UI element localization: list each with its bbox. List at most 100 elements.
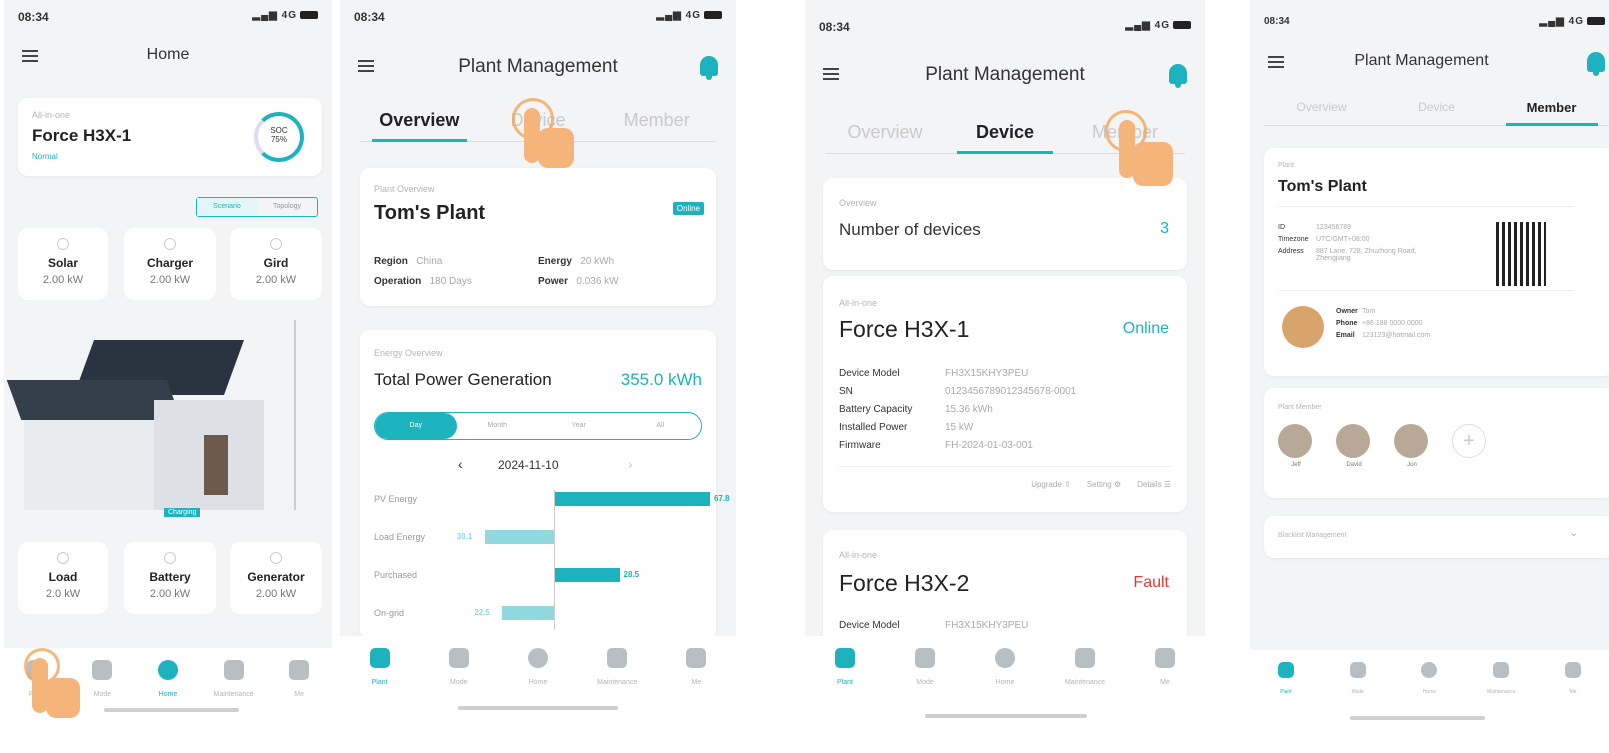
member-name: David bbox=[1346, 462, 1362, 468]
nav-me[interactable]: Me bbox=[266, 648, 332, 720]
topology-option[interactable]: Topology bbox=[257, 198, 317, 216]
tile-grid[interactable]: Gird 2.00 kW bbox=[230, 228, 322, 300]
nav-me[interactable]: Me bbox=[1537, 650, 1609, 735]
id-label: ID bbox=[1278, 224, 1285, 231]
plant-icon bbox=[1277, 662, 1294, 678]
member-item[interactable]: Jon bbox=[1394, 424, 1430, 468]
nav-label: Maintenance bbox=[1064, 679, 1106, 686]
tab-device[interactable]: Device bbox=[1379, 92, 1494, 125]
nav-plant[interactable]: Plant bbox=[805, 636, 885, 735]
page-title: Home bbox=[146, 46, 190, 63]
network-type: 4G bbox=[1568, 16, 1584, 27]
chart-bar bbox=[554, 568, 620, 582]
view-toggle[interactable]: Scenario Topology bbox=[196, 197, 318, 217]
tile-load[interactable]: Load 2.0 kW bbox=[18, 542, 108, 614]
energy-bar-chart: PV Energy 67.8 Load Energy 30.1 Purchased 28.… bbox=[360, 490, 730, 630]
model-label: Device Model bbox=[839, 368, 900, 379]
operation-value: 180 Days bbox=[429, 276, 472, 287]
notification-bell-icon[interactable] bbox=[1587, 52, 1605, 76]
device-status: Fault bbox=[1133, 574, 1169, 591]
selected-date: 2024-11-10 bbox=[498, 458, 559, 472]
member-item[interactable]: David bbox=[1336, 424, 1372, 468]
qr-code-icon[interactable] bbox=[1496, 222, 1546, 286]
tab-bar: Overview Device Member bbox=[1264, 92, 1609, 126]
setting-button[interactable]: Setting ⚙ bbox=[1087, 480, 1121, 489]
nav-mode[interactable]: Mode bbox=[885, 636, 965, 735]
device-card[interactable]: All-in-one Force H3X-1 Online Device Mod… bbox=[823, 276, 1187, 512]
me-person-icon bbox=[1155, 648, 1175, 668]
tile-value: 2.00 kW bbox=[255, 274, 297, 286]
add-member-icon[interactable]: + bbox=[1452, 424, 1486, 458]
nav-plant[interactable]: Plant bbox=[340, 636, 419, 720]
tile-battery[interactable]: Battery 2.00 kW bbox=[124, 542, 216, 614]
plant-overview-card[interactable]: Plant Overview Tom's Plant Online Region… bbox=[360, 168, 716, 306]
me-person-icon bbox=[289, 660, 310, 680]
tile-value: 2.00 kW bbox=[255, 588, 297, 600]
prev-date-icon[interactable]: ‹ bbox=[458, 456, 463, 472]
nav-maintenance[interactable]: Maintenance bbox=[1045, 636, 1125, 735]
details-button[interactable]: Details ☰ bbox=[1137, 480, 1171, 489]
status-time: 08:34 bbox=[18, 10, 49, 24]
device-count: 3 bbox=[1160, 220, 1169, 237]
nav-label: Plant bbox=[1280, 689, 1292, 695]
id-value: 123456789 bbox=[1316, 224, 1352, 231]
notification-bell-icon[interactable] bbox=[700, 56, 718, 80]
tab-overview[interactable]: Overview bbox=[1264, 92, 1379, 125]
card-label: Plant bbox=[1278, 162, 1294, 169]
tab-overview[interactable]: Overview bbox=[825, 114, 945, 153]
next-date-icon[interactable]: › bbox=[628, 456, 633, 472]
scenario-option[interactable]: Scenario bbox=[197, 198, 257, 216]
nav-me[interactable]: Me bbox=[657, 636, 736, 720]
period-month[interactable]: Month bbox=[457, 413, 539, 439]
blacklist-management-row[interactable]: Blacklist Management ⌄ bbox=[1264, 516, 1609, 558]
period-all[interactable]: All bbox=[620, 413, 702, 439]
energy-value: 20 kWh bbox=[580, 256, 615, 267]
period-selector[interactable]: Day Month Year All bbox=[374, 412, 702, 440]
nav-plant[interactable]: Plant bbox=[1250, 650, 1322, 735]
page-title: Plant Management bbox=[458, 56, 618, 77]
phone-home-screen: 08:34 ▂▄▆ 4G Home All-in-one Force H3X-1… bbox=[4, 0, 332, 720]
nav-label: Me bbox=[1160, 679, 1170, 686]
status-time: 08:34 bbox=[354, 10, 385, 24]
device-count-label: Number of devices bbox=[839, 220, 981, 239]
email-value: 123123@hotmail.com bbox=[1362, 332, 1431, 339]
period-day[interactable]: Day bbox=[375, 413, 457, 439]
owner-label: Owner bbox=[1336, 308, 1358, 315]
tile-generator[interactable]: Generator 2.00 kW bbox=[230, 542, 322, 614]
plant-icon bbox=[835, 648, 855, 668]
power-label: Power bbox=[538, 276, 569, 287]
tile-value: 2.00 kW bbox=[149, 588, 191, 600]
tab-member[interactable]: Member bbox=[1494, 92, 1609, 126]
tab-device[interactable]: Device bbox=[945, 114, 1065, 154]
nav-label: Home bbox=[995, 679, 1015, 686]
nav-maintenance[interactable]: Maintenance bbox=[1465, 650, 1537, 735]
firmware-value: FH-2024-01-03-001 bbox=[945, 440, 1033, 451]
house-illustration: Charging bbox=[6, 320, 314, 530]
nav-label: Mode bbox=[1351, 689, 1364, 695]
energy-total: 355.0 kWh bbox=[620, 370, 702, 389]
tab-overview[interactable]: Overview bbox=[360, 102, 479, 142]
nav-home[interactable]: Home bbox=[965, 636, 1045, 735]
card-label: Plant Member bbox=[1278, 404, 1322, 411]
period-year[interactable]: Year bbox=[538, 413, 620, 439]
soc-gauge: SOC 75% bbox=[254, 112, 304, 162]
card-label: Overview bbox=[839, 198, 877, 208]
nav-label: Mode bbox=[450, 679, 468, 686]
tile-solar[interactable]: Solar 2.00 kW bbox=[18, 228, 108, 300]
tab-member[interactable]: Member bbox=[597, 102, 716, 141]
battery-icon bbox=[704, 11, 722, 20]
device-name: Force H3X-1 bbox=[839, 316, 970, 342]
grid-icon bbox=[270, 238, 282, 250]
member-item[interactable]: Jeff bbox=[1278, 424, 1314, 468]
nav-mode[interactable]: Mode bbox=[1322, 650, 1394, 735]
tile-charger[interactable]: Charger 2.00 kW bbox=[124, 228, 216, 300]
nav-label: Home bbox=[158, 691, 178, 698]
chart-bar bbox=[484, 530, 554, 544]
bottom-nav: Plant Mode Home Maintenance Me bbox=[805, 636, 1205, 735]
timezone-value: UTC/GMT+08:00 bbox=[1316, 236, 1370, 243]
nav-me[interactable]: Me bbox=[1125, 636, 1205, 735]
upgrade-button[interactable]: Upgrade ⇪ bbox=[1031, 480, 1071, 489]
nav-home[interactable]: Home bbox=[1394, 650, 1466, 735]
device-summary-card[interactable]: All-in-one Force H3X-1 Normal SOC 75% bbox=[18, 98, 322, 176]
notification-bell-icon[interactable] bbox=[1169, 64, 1187, 88]
